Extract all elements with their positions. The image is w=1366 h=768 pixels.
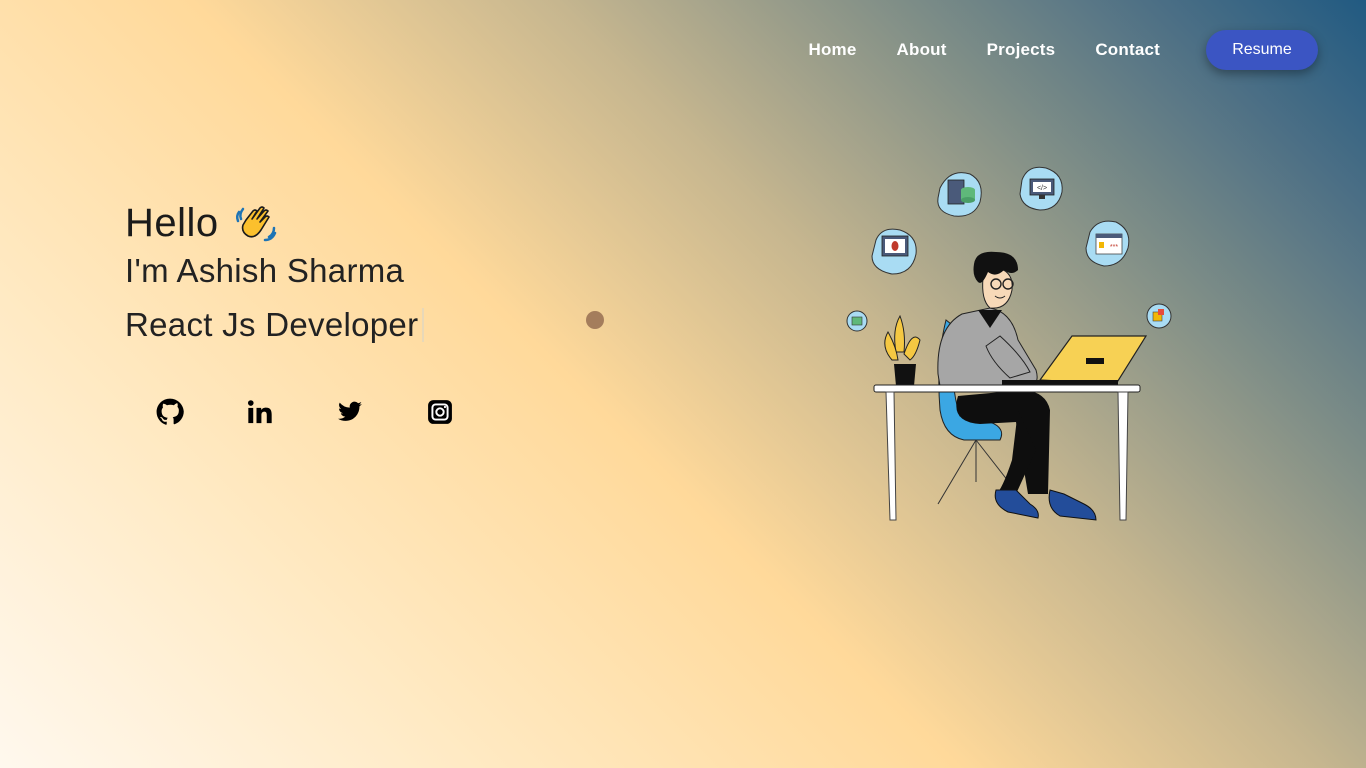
bug-monitor-icon [871,228,917,275]
greeting-line: Hello [125,196,424,250]
hero-intro: Hello I'm Ashish Sharma React Js Develop… [125,196,425,344]
instagram-icon[interactable] [425,397,455,427]
nav-contact[interactable]: Contact [1095,40,1160,60]
typing-cursor [422,308,425,342]
top-nav: Home About Projects Contact Resume [808,30,1318,70]
nav-about[interactable]: About [897,40,947,60]
role-line: React Js Developer [125,306,425,344]
nav-home[interactable]: Home [808,40,856,60]
server-database-icon [937,172,982,217]
twitter-icon[interactable] [335,397,365,427]
svg-text:***: *** [1110,244,1118,251]
svg-text:</>: </> [1037,185,1047,192]
code-monitor-icon: </> [1019,166,1063,211]
developer-at-desk-illustration: </> *** [840,160,1180,530]
nav-projects[interactable]: Projects [987,40,1056,60]
password-window-icon: *** [1085,220,1130,267]
potted-plant [884,314,921,386]
cursor-follower-dot [586,311,604,329]
resume-button[interactable]: Resume [1206,30,1318,70]
lock-cube-icon [1146,303,1172,329]
linkedin-icon[interactable] [245,397,275,427]
name-heading: I'm Ashish Sharma [125,252,405,289]
greeting-text: Hello [125,200,219,245]
social-links [155,397,515,427]
bug-small-icon [846,310,868,332]
role-text: React Js Developer [125,306,419,343]
waving-hand-icon [233,200,279,246]
github-icon[interactable] [155,397,185,427]
